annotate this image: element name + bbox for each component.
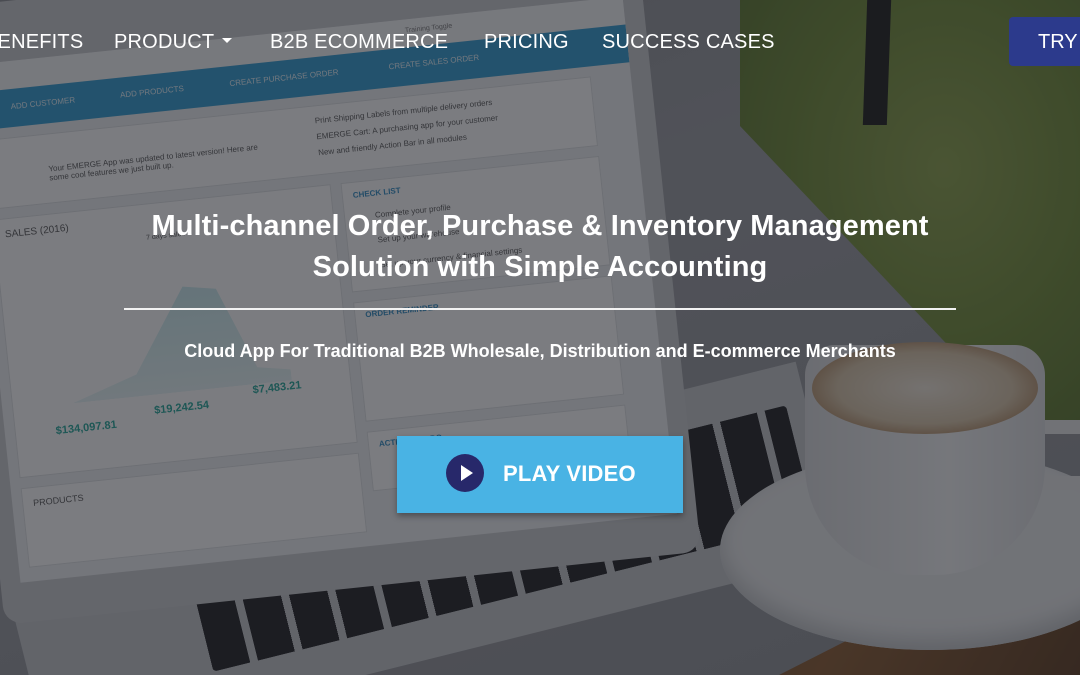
hero-title-line: Solution with Simple Accounting <box>312 251 768 283</box>
main-nav: BENEFITS PRODUCT B2B ECOMMERCE PRICING S… <box>0 0 1080 86</box>
play-icon <box>446 454 484 492</box>
hero-subtitle: Cloud App For Traditional B2B Wholesale,… <box>184 341 896 361</box>
hero-divider <box>124 308 956 310</box>
nav-label: PRICING <box>484 31 569 53</box>
nav-success-cases[interactable]: SUCCESS CASES <box>602 31 775 54</box>
hero-background: Training Toggle ADD CUSTOMER ADD PRODUCT… <box>0 0 1080 675</box>
nav-pricing[interactable]: PRICING <box>484 31 569 54</box>
caret-down-icon <box>222 38 233 44</box>
nav-b2b-ecommerce[interactable]: B2B ECOMMERCE <box>270 31 448 54</box>
hero-title-line: Multi-channel Order, Purchase & Inventor… <box>151 210 929 242</box>
nav-benefits[interactable]: BENEFITS <box>0 31 83 54</box>
try-button[interactable]: TRY <box>1009 17 1080 66</box>
hero-title: Multi-channel Order, Purchase & Inventor… <box>0 206 1080 288</box>
nav-label: B2B ECOMMERCE <box>270 31 449 53</box>
play-video-button[interactable]: PLAY VIDEO <box>397 436 683 513</box>
nav-label: SUCCESS CASES <box>602 31 775 53</box>
nav-label: PRODUCT <box>114 31 215 53</box>
play-video-label: PLAY VIDEO <box>503 461 636 486</box>
play-triangle <box>461 465 473 481</box>
nav-product[interactable]: PRODUCT <box>114 31 233 54</box>
dark-overlay <box>0 0 1080 675</box>
nav-label: BENEFITS <box>0 31 84 53</box>
